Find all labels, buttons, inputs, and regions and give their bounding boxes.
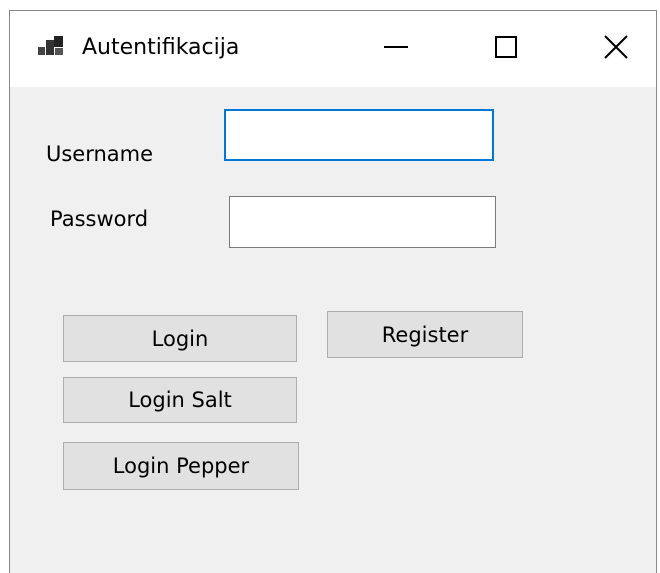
minimize-button[interactable] (350, 11, 442, 83)
maximize-icon (495, 36, 517, 58)
title-bar[interactable]: Autentifikacija (10, 11, 656, 87)
password-label: Password (50, 207, 149, 231)
authentication-window: Autentifikacija Username Password Login … (9, 10, 657, 573)
maximize-button[interactable] (460, 11, 552, 83)
app-window-icon (38, 36, 64, 60)
minimize-icon (384, 35, 408, 59)
login-salt-button[interactable]: Login Salt (63, 377, 297, 423)
register-button[interactable]: Register (327, 311, 523, 358)
form-client-area: Username Password Login Register Login S… (10, 87, 656, 573)
login-button[interactable]: Login (63, 315, 297, 362)
username-label: Username (46, 142, 154, 166)
password-input[interactable] (229, 196, 496, 248)
close-icon (604, 35, 628, 59)
login-pepper-button[interactable]: Login Pepper (63, 442, 299, 490)
close-button[interactable] (570, 11, 656, 83)
username-input[interactable] (224, 109, 494, 161)
window-title: Autentifikacija (82, 35, 240, 60)
